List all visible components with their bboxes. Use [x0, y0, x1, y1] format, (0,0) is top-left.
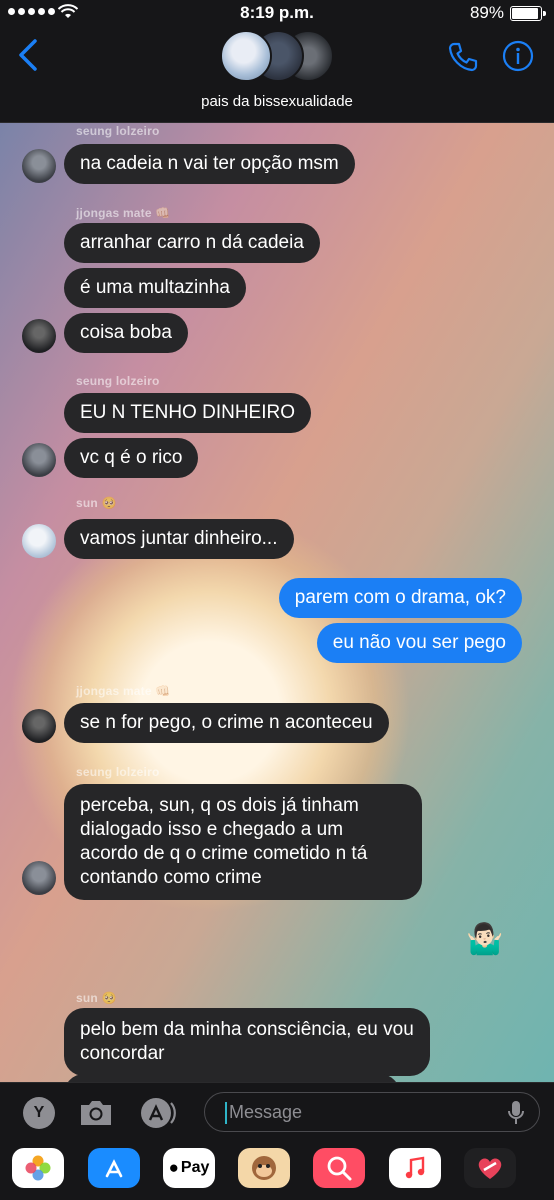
- apple-pay-label: Pay: [180, 1159, 210, 1176]
- sent-message-bubble[interactable]: parem com o drama, ok?: [278, 578, 522, 618]
- info-icon[interactable]: [502, 40, 534, 72]
- sender-name: sun 🥺: [76, 991, 117, 1005]
- message-bubble[interactable]: EU N TENHO DINHEIRO: [64, 393, 312, 433]
- imessage-app-drawer: ● Pay: [0, 1140, 554, 1200]
- message-bubble[interactable]: coisa boba: [64, 313, 188, 353]
- conversation-view[interactable]: seung lolzeiro na cadeia n vai ter opção…: [0, 122, 554, 1082]
- group-name[interactable]: pais da bissexualidade: [0, 93, 554, 110]
- avatar[interactable]: [22, 443, 56, 477]
- phone-icon[interactable]: [446, 40, 480, 74]
- navigation-header: 8:19 p.m. 89% pais da bissexualidade: [0, 0, 554, 123]
- sent-message-bubble[interactable]: eu não vou ser pego: [316, 623, 522, 663]
- avatar[interactable]: [22, 319, 56, 353]
- sender-name: jjongas mate 👊🏻: [76, 684, 171, 698]
- avatar[interactable]: [22, 524, 56, 558]
- app-store-icon[interactable]: [88, 1148, 140, 1188]
- status-bar: 8:19 p.m. 89%: [0, 0, 554, 26]
- apple-pay-icon[interactable]: ● Pay: [163, 1148, 215, 1188]
- message-bubble[interactable]: arranhar carro n dá cadeia: [64, 223, 320, 263]
- digital-touch-icon[interactable]: [464, 1148, 516, 1188]
- text-cursor: [225, 1102, 227, 1124]
- message-bubble[interactable]: vamos juntar dinheiro...: [64, 519, 294, 559]
- microphone-icon[interactable]: [507, 1100, 525, 1126]
- camera-icon[interactable]: [78, 1099, 114, 1127]
- message-bubble[interactable]: pelo bem da minha consciência, eu vou co…: [64, 1008, 430, 1076]
- photos-icon[interactable]: [12, 1148, 64, 1188]
- message-bubble[interactable]: é uma multazinha: [64, 268, 246, 308]
- message-bubble[interactable]: na cadeia n vai ter opção msm: [64, 144, 355, 184]
- compose-bar: Y Message: [0, 1082, 554, 1141]
- message-placeholder: Message: [229, 1102, 303, 1122]
- sender-name: seung lolzeiro: [76, 765, 160, 779]
- sender-name: seung lolzeiro: [76, 374, 160, 388]
- app-drawer-toggle-icon[interactable]: Y: [23, 1097, 55, 1129]
- message-bubble[interactable]: perceba, sun, q os dois já tinham dialog…: [64, 784, 422, 900]
- group-avatar-stack[interactable]: [220, 30, 334, 82]
- avatar: [220, 30, 272, 82]
- sender-name: jjongas mate 👊🏻: [76, 206, 171, 220]
- apple-logo-icon: ●: [168, 1158, 179, 1177]
- sent-emoji-message[interactable]: 🤷🏻‍♂️: [466, 922, 503, 957]
- memoji-icon[interactable]: [238, 1148, 290, 1188]
- avatar[interactable]: [22, 149, 56, 183]
- battery-icon: [510, 6, 546, 21]
- avatar[interactable]: [22, 709, 56, 743]
- app-store-icon[interactable]: [140, 1097, 180, 1129]
- message-bubble[interactable]: vc q é o rico: [64, 438, 199, 478]
- back-chevron-icon[interactable]: [16, 38, 40, 72]
- sender-name: sun 🥺: [76, 496, 117, 510]
- message-bubble[interactable]: se n for pego, o crime n aconteceu: [64, 703, 389, 743]
- avatar[interactable]: [22, 861, 56, 895]
- battery-percentage: 89%: [469, 3, 504, 22]
- message-bubble-partial[interactable]: [64, 1074, 400, 1082]
- message-input[interactable]: Message: [204, 1092, 540, 1132]
- search-images-icon[interactable]: [313, 1148, 365, 1188]
- sender-name: seung lolzeiro: [76, 124, 160, 138]
- music-icon[interactable]: [389, 1148, 441, 1188]
